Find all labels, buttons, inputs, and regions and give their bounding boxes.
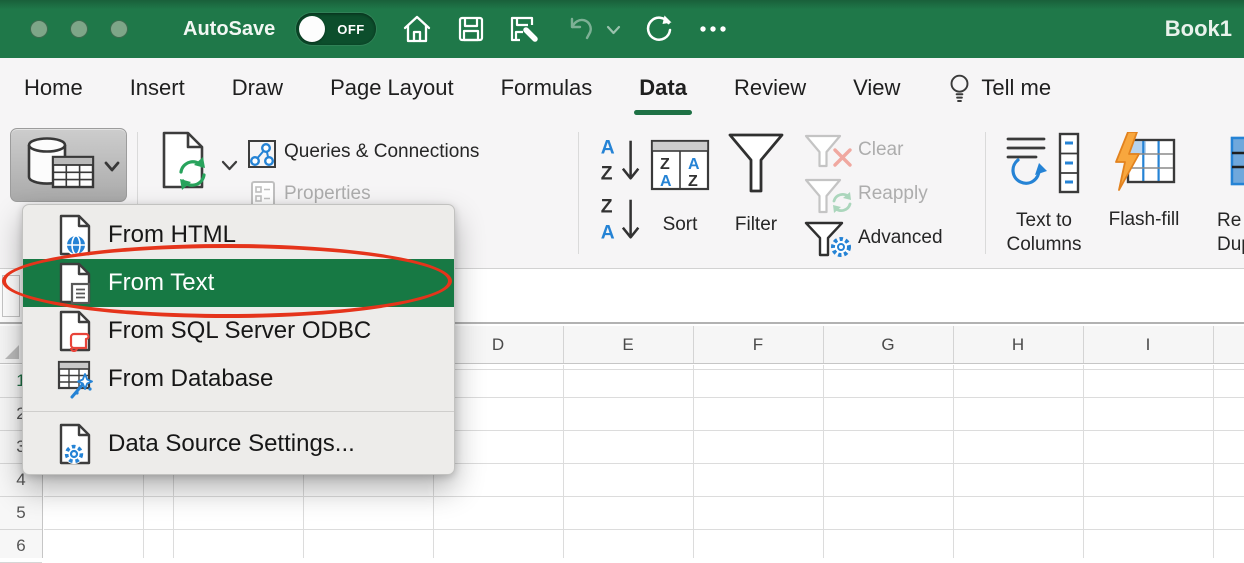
menu-separator [23, 411, 454, 412]
tab-home[interactable]: Home [24, 75, 83, 101]
svg-text:A: A [660, 173, 672, 190]
svg-text:A: A [601, 222, 615, 243]
tab-draw[interactable]: Draw [232, 75, 283, 101]
remove-duplicates-icon[interactable] [1230, 132, 1244, 190]
queries-connections-button[interactable]: Queries & Connections [284, 141, 479, 163]
tab-insert[interactable]: Insert [130, 75, 185, 101]
queries-connections-icon[interactable] [246, 138, 278, 170]
get-data-dropdown-menu: From HTML From Text From SQL Server ODBC [22, 204, 455, 475]
column-header-g[interactable]: G [823, 326, 953, 364]
ribbon-tab-bar: Home Insert Draw Page Layout Formulas Da… [0, 58, 1244, 118]
column-header-f[interactable]: F [693, 326, 823, 364]
column-header-h[interactable]: H [953, 326, 1083, 364]
column-header-e[interactable]: E [563, 326, 693, 364]
refresh-menu-chevron-icon[interactable] [221, 160, 238, 171]
autosave-toggle-knob [299, 16, 325, 42]
tab-view[interactable]: View [853, 75, 900, 101]
refresh-all-button[interactable] [154, 131, 216, 193]
menu-item-from-html[interactable]: From HTML [23, 211, 454, 259]
window-close-button[interactable] [30, 20, 48, 38]
svg-text:Z: Z [688, 173, 698, 190]
group-divider [985, 132, 986, 254]
redo-icon[interactable] [642, 12, 676, 46]
tab-formulas[interactable]: Formulas [501, 75, 593, 101]
menu-item-label: From Text [108, 269, 214, 297]
undo-icon[interactable] [564, 12, 598, 46]
flash-fill-button[interactable]: Flash-fill [1096, 209, 1192, 231]
undo-menu-chevron-icon[interactable] [606, 25, 621, 35]
reapply-filter-button: Reapply [858, 183, 928, 205]
reapply-filter-icon [804, 178, 854, 214]
column-header-i[interactable]: I [1083, 326, 1213, 364]
tab-page-layout[interactable]: Page Layout [330, 75, 454, 101]
row-header-5[interactable]: 5 [0, 497, 42, 530]
clear-filter-icon [804, 134, 854, 168]
name-box[interactable] [2, 275, 20, 317]
sort-ascending-button[interactable]: A Z [598, 133, 642, 187]
advanced-filter-icon[interactable] [804, 221, 854, 259]
document-title: Book1 [1165, 0, 1232, 58]
tab-tell-me[interactable]: Tell me [947, 73, 1051, 104]
home-icon[interactable] [400, 12, 434, 46]
svg-text:Z: Z [660, 156, 670, 173]
title-bar: AutoSave OFF Book1 [0, 0, 1244, 58]
svg-text:A: A [601, 137, 615, 158]
text-to-columns-icon[interactable] [1006, 132, 1082, 196]
autosave-label: AutoSave [183, 0, 275, 58]
properties-button: Properties [284, 183, 371, 205]
filter-button[interactable]: Filter [710, 214, 802, 236]
from-database-icon [57, 358, 93, 400]
text-to-columns-button[interactable]: Text to Columns [992, 209, 1096, 257]
save-as-icon[interactable] [506, 12, 540, 46]
sort-dialog-icon[interactable]: Z A A Z [650, 131, 710, 199]
from-html-icon [57, 214, 93, 256]
save-icon[interactable] [454, 12, 488, 46]
autosave-toggle[interactable]: OFF [296, 13, 376, 45]
window-minimize-button[interactable] [70, 20, 88, 38]
menu-item-label: From HTML [108, 221, 236, 249]
clear-filter-button: Clear [858, 139, 903, 161]
menu-item-label: From Database [108, 365, 273, 393]
from-sql-server-odbc-icon [57, 310, 93, 352]
tab-data[interactable]: Data [639, 75, 687, 101]
tab-review[interactable]: Review [734, 75, 806, 101]
menu-item-data-source-settings[interactable]: Data Source Settings... [23, 420, 454, 468]
remove-duplicates-button[interactable]: Re Dup [1217, 209, 1244, 257]
more-options-icon[interactable] [696, 12, 730, 46]
lightbulb-icon [947, 73, 972, 104]
tab-tell-me-label: Tell me [981, 75, 1051, 101]
get-data-button[interactable] [10, 128, 127, 202]
from-text-icon [57, 262, 93, 304]
flash-fill-icon[interactable] [1112, 132, 1176, 192]
get-data-icon [17, 135, 123, 197]
svg-text:A: A [688, 156, 700, 173]
group-divider [578, 132, 579, 254]
filter-icon[interactable] [726, 131, 786, 199]
menu-item-from-sql-server-odbc[interactable]: From SQL Server ODBC [23, 307, 454, 355]
menu-item-from-database[interactable]: From Database [23, 355, 454, 403]
autosave-toggle-state: OFF [330, 13, 372, 45]
svg-text:Z: Z [601, 163, 613, 184]
select-all-corner[interactable] [5, 345, 19, 359]
advanced-filter-button[interactable]: Advanced [858, 227, 943, 249]
row-header-6[interactable]: 6 [0, 530, 42, 563]
data-source-settings-icon [57, 423, 93, 465]
menu-item-label: From SQL Server ODBC [108, 317, 371, 345]
menu-item-label: Data Source Settings... [108, 430, 355, 458]
menu-item-from-text[interactable]: From Text [23, 259, 454, 307]
svg-text:Z: Z [601, 196, 613, 217]
window-zoom-button[interactable] [110, 20, 128, 38]
